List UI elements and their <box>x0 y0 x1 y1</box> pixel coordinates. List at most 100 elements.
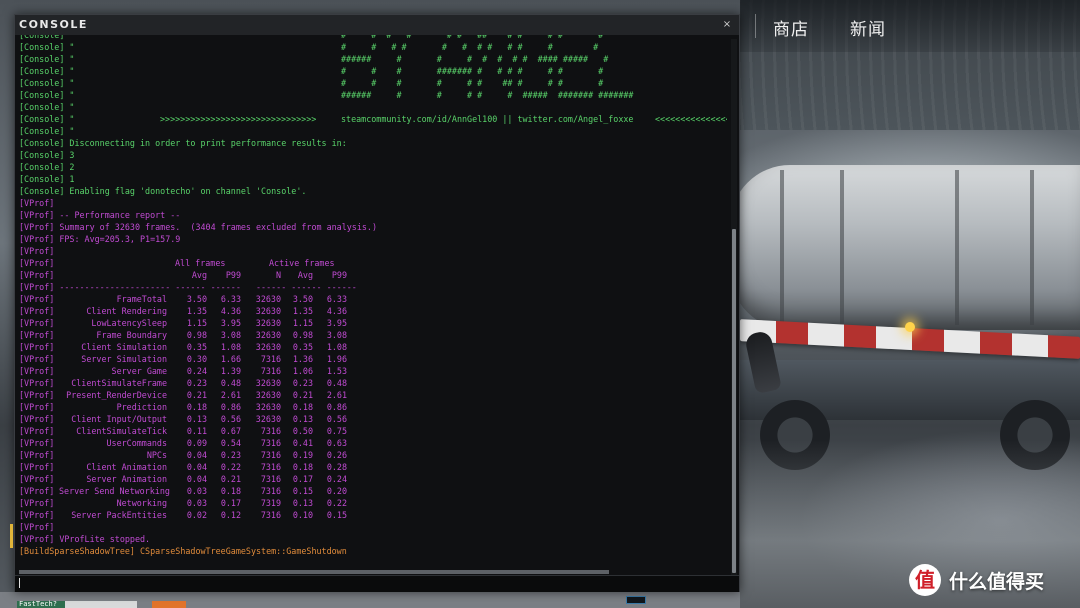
log-line: [Console] " <box>19 125 74 137</box>
hud-indicator <box>152 601 186 608</box>
row-p99: 1.66 <box>220 354 241 364</box>
row-p99: 4.36 <box>220 306 241 316</box>
row-avg: 0.04 <box>186 462 207 472</box>
row-name: Prediction <box>116 402 167 412</box>
row-active-avg: 0.10 <box>292 510 313 520</box>
log-line: [Console] 1 <box>19 173 74 185</box>
row-p99: 0.48 <box>220 378 241 388</box>
tank-rib <box>1030 170 1034 325</box>
log-line: [Console] 2 <box>19 161 74 173</box>
log-line: [Console] " <box>19 101 74 113</box>
log-prefix: [VProf] <box>19 486 55 496</box>
log-prefix: [Console] " <box>19 66 75 76</box>
text-caret <box>19 578 20 588</box>
log-text: [Console] 3 <box>19 150 75 160</box>
console-window[interactable]: CONSOLE × [Console] " # # # # # # ## # # … <box>14 14 740 592</box>
row-active-avg: 0.19 <box>292 450 313 460</box>
row-avg: 0.35 <box>186 342 207 352</box>
log-prefix: [VProf] <box>19 270 55 280</box>
row-active-p99: 0.48 <box>326 378 347 388</box>
log-prefix: [VProf] <box>19 306 55 316</box>
log-prefix: [VProf] <box>19 366 55 376</box>
row-n: 7316 <box>260 426 281 436</box>
log-text: [VProf] FPS: Avg=205.3, P1=157.9 <box>19 234 181 244</box>
table-col-avg-active: Avg <box>297 270 313 280</box>
hud-chat-box <box>65 601 137 608</box>
row-p99: 0.23 <box>220 450 241 460</box>
row-avg: 1.15 <box>186 318 207 328</box>
table-col-p99-active: P99 <box>331 270 347 280</box>
row-avg: 0.18 <box>186 402 207 412</box>
log-prefix: [VProf] <box>19 426 55 436</box>
row-n: 32630 <box>255 294 281 304</box>
row-avg: 0.02 <box>186 510 207 520</box>
row-p99: 0.21 <box>220 474 241 484</box>
log-prefix: [VProf] <box>19 474 55 484</box>
log-text: [VProf] Summary of 32630 frames. (3404 f… <box>19 222 377 232</box>
log-line: [VProf] ---------------------- ------ --… <box>19 281 357 293</box>
row-n: 7316 <box>260 450 281 460</box>
log-prefix: [VProf] <box>19 354 55 364</box>
horizontal-scrollbar[interactable] <box>19 570 609 574</box>
credit-urls: steamcommunity.com/id/AnnGel100 || twitt… <box>341 114 634 124</box>
row-avg: 0.09 <box>186 438 207 448</box>
row-active-avg: 0.13 <box>292 414 313 424</box>
row-active-avg: 0.98 <box>292 330 313 340</box>
log-prefix: [VProf] <box>19 450 55 460</box>
tank-rib <box>955 170 959 325</box>
row-p99: 0.22 <box>220 462 241 472</box>
row-p99: 0.56 <box>220 414 241 424</box>
row-p99: 0.67 <box>220 426 241 436</box>
row-active-avg: 1.35 <box>292 306 313 316</box>
credit-arrows-left: >>>>>>>>>>>>>>>>>>>>>>>>>>>>>>> <box>160 114 317 124</box>
barrier-lamp <box>905 322 915 332</box>
row-active-p99: 1.53 <box>326 366 347 376</box>
log-line: [Console] Disconnecting in order to prin… <box>19 137 347 149</box>
row-p99: 0.18 <box>220 486 241 496</box>
row-n: 7316 <box>260 486 281 496</box>
row-name: Server Game <box>111 366 167 376</box>
log-line: [VProf] All frames Active frames <box>19 257 335 269</box>
log-line: [BuildSparseShadowTree] CSparseShadowTre… <box>19 545 347 557</box>
console-input[interactable] <box>19 577 731 589</box>
close-icon[interactable]: × <box>721 18 733 32</box>
log-prefix: [VProf] <box>19 510 55 520</box>
tank-rib <box>780 170 784 325</box>
row-n: 32630 <box>255 414 281 424</box>
row-active-p99: 0.86 <box>326 402 347 412</box>
row-n: 32630 <box>255 390 281 400</box>
nav-news[interactable]: 新闻 <box>850 15 886 40</box>
log-line: [Console] " # # # ####### # # # # # # # <box>19 65 603 77</box>
row-name: Frame Boundary <box>96 330 167 340</box>
log-text: [VProf] <box>19 198 55 208</box>
row-active-avg: 1.06 <box>292 366 313 376</box>
table-col-p99: P99 <box>225 270 241 280</box>
log-prefix: [Console] " <box>19 54 75 64</box>
log-line: [VProf] FPS: Avg=205.3, P1=157.9 <box>19 233 180 245</box>
table-row: [VProf] ClientSimulateTick 0.11 0.67 7316 0.5… <box>19 425 347 437</box>
log-prefix: [VProf] <box>19 378 55 388</box>
row-active-avg: 0.17 <box>292 474 313 484</box>
row-n: 7316 <box>260 354 281 364</box>
log-line: [VProf] Summary of 32630 frames. (3404 f… <box>19 221 377 233</box>
log-prefix: [Console] " <box>19 114 75 124</box>
console-log[interactable]: [Console] " # # # # # # ## # # # # # [Cons… <box>19 35 727 581</box>
log-prefix: [Console] " <box>19 102 75 112</box>
ascii-art: ###### # # # # # # # #### ##### # <box>341 54 609 64</box>
row-active-p99: 1.96 <box>326 354 347 364</box>
row-name: Present_RenderDevice <box>66 390 167 400</box>
console-titlebar[interactable]: CONSOLE × <box>15 15 739 35</box>
row-name: Client Animation <box>86 462 167 472</box>
row-name: Server Simulation <box>81 354 167 364</box>
row-avg: 0.11 <box>186 426 207 436</box>
row-active-p99: 0.24 <box>326 474 347 484</box>
log-prefix: [VProf] <box>19 498 55 508</box>
log-line: [Console] " # # # # # # ## # # # # <box>19 77 603 89</box>
table-separator: [VProf] ---------------------- ------ --… <box>19 282 357 292</box>
log-line: [VProf] -- Performance report -- <box>19 209 180 221</box>
scrollbar-thumb[interactable] <box>732 229 736 573</box>
log-prefix: [VProf] <box>19 402 55 412</box>
row-name: Client Simulation <box>81 342 167 352</box>
nav-store[interactable]: 商店 <box>773 15 809 40</box>
row-active-avg: 1.15 <box>292 318 313 328</box>
